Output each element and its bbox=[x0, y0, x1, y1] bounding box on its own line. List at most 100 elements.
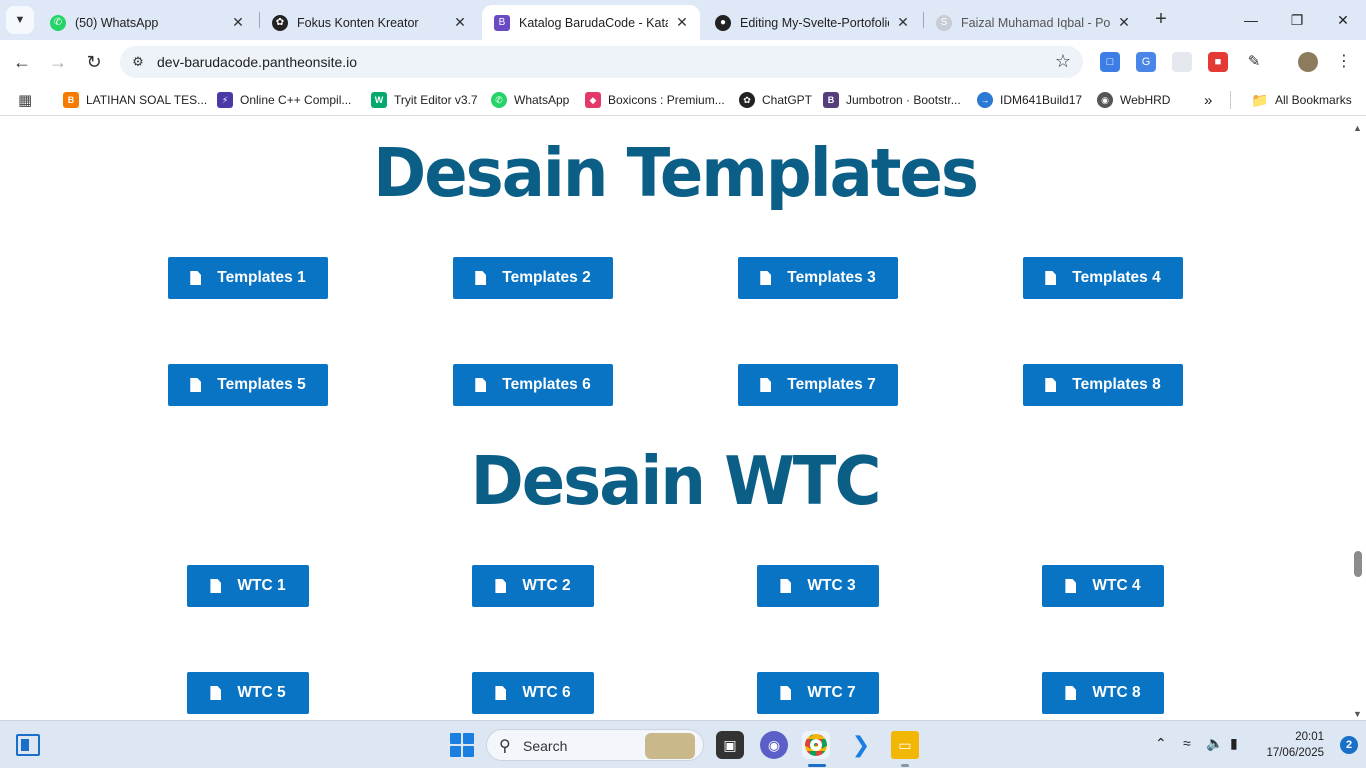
wtc-2-button[interactable]: WTC 2 bbox=[472, 565, 594, 607]
section-title-wtc: Desain WTC bbox=[470, 443, 882, 521]
arrow-left-icon: ← bbox=[13, 52, 31, 72]
button-label: Templates 1 bbox=[217, 269, 306, 286]
search-placeholder: Search bbox=[523, 738, 568, 754]
tab-title: (50) WhatsApp bbox=[75, 15, 159, 30]
wtc-6-button[interactable]: WTC 6 bbox=[472, 672, 594, 714]
button-label: WTC 8 bbox=[1092, 684, 1141, 701]
tab-fokus-konten[interactable]: ✿ Fokus Konten Kreator ✕ bbox=[260, 5, 478, 40]
arrow-right-icon: → bbox=[49, 52, 67, 72]
bookmark-webhrd[interactable]: ◉ WebHRD bbox=[1097, 91, 1170, 109]
chevron-up-icon[interactable]: ⌃ bbox=[1155, 735, 1167, 752]
close-icon[interactable]: ✕ bbox=[452, 14, 468, 31]
wtc-3-button[interactable]: WTC 3 bbox=[757, 565, 879, 607]
vscode-icon[interactable]: ❯ bbox=[847, 731, 875, 759]
file-icon bbox=[1045, 271, 1057, 285]
bookmark-jumbotron[interactable]: B Jumbotron · Bootstr... bbox=[823, 91, 961, 109]
volume-icon[interactable]: 🔈 bbox=[1206, 735, 1223, 752]
button-label: Templates 6 bbox=[502, 376, 591, 393]
clock-date: 17/06/2025 bbox=[1266, 747, 1324, 759]
bookmark-label: Tryit Editor v3.7 bbox=[394, 93, 478, 107]
file-icon bbox=[780, 686, 792, 700]
close-icon[interactable]: ✕ bbox=[895, 14, 911, 31]
wtc-1-button[interactable]: WTC 1 bbox=[187, 565, 309, 607]
teams-chat-icon[interactable]: ◉ bbox=[760, 731, 788, 759]
forward-button[interactable]: → bbox=[44, 48, 72, 76]
wtc-5-button[interactable]: WTC 5 bbox=[187, 672, 309, 714]
site-settings-icon[interactable]: ⚙ bbox=[128, 52, 148, 72]
tab-github[interactable]: ● Editing My-Svelte-Portofolio ✕ bbox=[703, 5, 921, 40]
bookmark-star-icon[interactable]: ☆ bbox=[1055, 51, 1071, 72]
system-clock[interactable]: 20:01 17/06/2025 bbox=[1266, 729, 1324, 761]
notification-badge[interactable]: 2 bbox=[1340, 736, 1358, 754]
widgets-icon[interactable] bbox=[16, 734, 40, 756]
tab-katalog-barudacode[interactable]: B Katalog BarudaCode - Katalo ✕ bbox=[482, 5, 700, 40]
templates-2-button[interactable]: Templates 2 bbox=[453, 257, 613, 299]
start-button[interactable] bbox=[450, 733, 474, 757]
google-translate-icon[interactable]: G bbox=[1136, 52, 1156, 72]
reload-button[interactable]: ↻ bbox=[80, 48, 108, 76]
extension-icon-1[interactable]: □ bbox=[1100, 52, 1120, 72]
scrollbar-thumb[interactable] bbox=[1354, 551, 1362, 577]
close-icon[interactable]: ✕ bbox=[1116, 14, 1132, 31]
scroll-up-icon[interactable]: ▲ bbox=[1353, 123, 1362, 133]
bookmark-label: LATIHAN SOAL TES... bbox=[86, 93, 208, 107]
taskview-app-icon[interactable]: ▣ bbox=[716, 731, 744, 759]
scroll-down-icon[interactable]: ▼ bbox=[1353, 709, 1362, 719]
bookmark-latihan-soal[interactable]: B LATIHAN SOAL TES... bbox=[63, 91, 207, 109]
templates-7-button[interactable]: Templates 7 bbox=[738, 364, 898, 406]
chatgpt-icon: ✿ bbox=[272, 14, 288, 31]
new-tab-button[interactable]: + bbox=[1150, 8, 1172, 32]
page-scrollbar[interactable]: ▲ ▼ bbox=[1350, 121, 1366, 719]
more-bookmarks-chevron-icon[interactable]: » bbox=[1204, 91, 1212, 109]
tab-portfolio[interactable]: S Faizal Muhamad Iqbal - Port ✕ bbox=[924, 5, 1142, 40]
tab-search-button[interactable]: ▼ bbox=[6, 6, 34, 34]
templates-6-button[interactable]: Templates 6 bbox=[453, 364, 613, 406]
bookmark-whatsapp[interactable]: ✆ WhatsApp bbox=[491, 91, 569, 109]
address-url[interactable]: dev-barudacode.pantheonsite.io bbox=[157, 54, 357, 70]
tab-whatsapp[interactable]: ✆ (50) WhatsApp ✕ bbox=[38, 5, 256, 40]
close-icon[interactable]: ✕ bbox=[674, 14, 690, 31]
all-bookmarks-button[interactable]: 📁 All Bookmarks bbox=[1251, 91, 1352, 109]
back-button[interactable]: ← bbox=[8, 48, 36, 76]
restore-button[interactable]: ❐ bbox=[1274, 6, 1320, 34]
wtc-7-button[interactable]: WTC 7 bbox=[757, 672, 879, 714]
battery-icon[interactable]: ▮ bbox=[1230, 735, 1238, 752]
tab-title: Faizal Muhamad Iqbal - Port bbox=[961, 15, 1110, 30]
file-icon bbox=[760, 271, 772, 285]
menu-dots-icon[interactable]: ⋮ bbox=[1334, 52, 1354, 72]
wifi-icon[interactable]: ≈ bbox=[1183, 735, 1191, 751]
apps-grid-icon[interactable]: ▦ bbox=[18, 91, 32, 109]
taskbar-search[interactable]: ⚲ Search bbox=[486, 729, 704, 761]
extension-icon-4[interactable]: ■ bbox=[1208, 52, 1228, 72]
button-label: WTC 4 bbox=[1092, 577, 1141, 594]
templates-4-button[interactable]: Templates 4 bbox=[1023, 257, 1183, 299]
extension-icon-3[interactable] bbox=[1172, 52, 1192, 72]
close-window-button[interactable]: ✕ bbox=[1320, 6, 1366, 34]
address-bar[interactable]: ⚙ dev-barudacode.pantheonsite.io ☆ bbox=[120, 46, 1083, 78]
wtc-4-button[interactable]: WTC 4 bbox=[1042, 565, 1164, 607]
bookmark-boxicons[interactable]: ◆ Boxicons : Premium... bbox=[585, 91, 725, 109]
wtc-8-button[interactable]: WTC 8 bbox=[1042, 672, 1164, 714]
bookmark-online-cpp[interactable]: ⚡ Online C++ Compil... bbox=[217, 91, 351, 109]
chrome-icon[interactable] bbox=[802, 731, 830, 759]
templates-3-button[interactable]: Templates 3 bbox=[738, 257, 898, 299]
templates-8-button[interactable]: Templates 8 bbox=[1023, 364, 1183, 406]
templates-1-button[interactable]: Templates 1 bbox=[168, 257, 328, 299]
file-icon bbox=[1045, 378, 1057, 392]
bookmark-chatgpt[interactable]: ✿ ChatGPT bbox=[739, 91, 812, 109]
bookmark-idm[interactable]: → IDM641Build17 bbox=[977, 91, 1082, 109]
button-label: WTC 7 bbox=[807, 684, 856, 701]
profile-avatar[interactable] bbox=[1298, 52, 1318, 72]
blogger-icon: B bbox=[63, 92, 79, 108]
close-icon: ✕ bbox=[1337, 12, 1349, 28]
bookmark-tryit-editor[interactable]: W Tryit Editor v3.7 bbox=[371, 91, 478, 109]
file-explorer-icon[interactable]: ▭ bbox=[891, 731, 919, 759]
extensions-puzzle-icon[interactable]: ✎ bbox=[1244, 52, 1264, 72]
minimize-button[interactable]: — bbox=[1228, 6, 1274, 34]
close-icon[interactable]: ✕ bbox=[230, 14, 246, 31]
templates-5-button[interactable]: Templates 5 bbox=[168, 364, 328, 406]
boxicons-icon: ◆ bbox=[585, 92, 601, 108]
file-icon bbox=[190, 271, 202, 285]
windows-logo-icon bbox=[450, 733, 461, 744]
all-bookmarks-label: All Bookmarks bbox=[1275, 93, 1352, 107]
